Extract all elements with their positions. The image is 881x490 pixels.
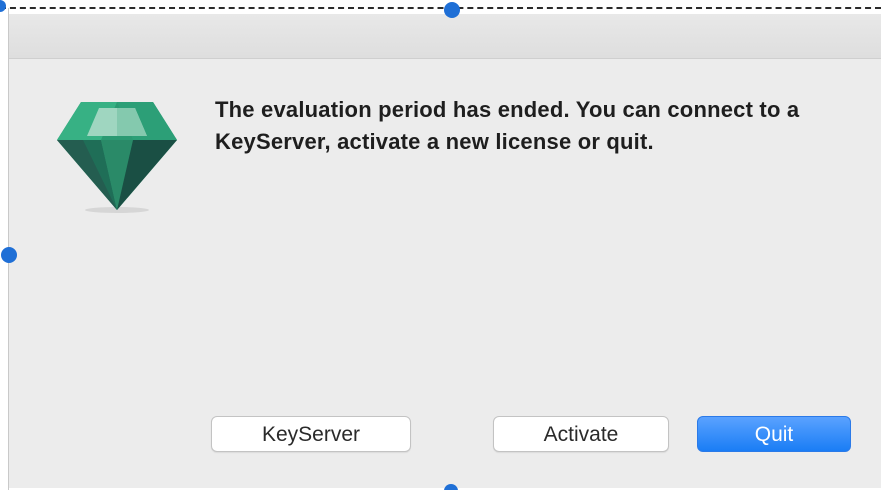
gem-icon [53, 98, 181, 226]
keyserver-button[interactable]: KeyServer [211, 416, 411, 452]
dialog-message: The evaluation period has ended. You can… [215, 97, 800, 154]
quit-button[interactable]: Quit [697, 416, 851, 452]
screenshot-stage: The evaluation period has ended. You can… [0, 0, 881, 490]
selection-handle-left[interactable] [1, 247, 17, 263]
selection-handle-top-left[interactable] [0, 0, 6, 12]
activate-button[interactable]: Activate [493, 416, 669, 452]
dialog-titlebar [9, 14, 881, 59]
selection-handle-top[interactable] [444, 2, 460, 18]
selection-border-top [0, 7, 881, 9]
alert-dialog: The evaluation period has ended. You can… [9, 14, 881, 488]
